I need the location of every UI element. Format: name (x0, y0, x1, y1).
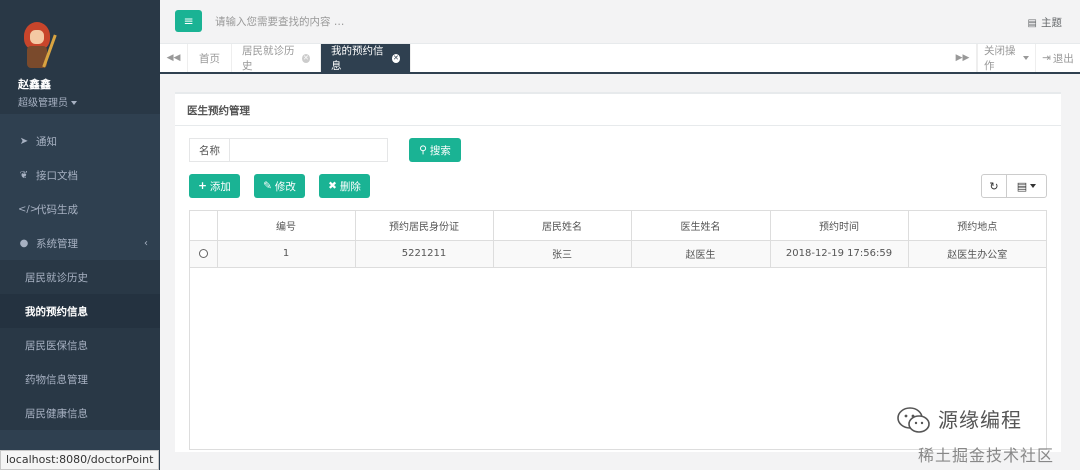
profile-role-dropdown[interactable]: 超级管理员 (18, 94, 160, 109)
tab-label: 我的预约信息 (331, 45, 384, 72)
sidebar-subitem-health[interactable]: 居民健康信息 (0, 396, 160, 430)
sidebar-subitem-insurance[interactable]: 居民医保信息 (0, 328, 160, 362)
sidebar-item-codegen[interactable]: </> 代码生成 (0, 192, 160, 226)
watermark: 源缘编程 稀土掘金技术社区 (896, 400, 1080, 470)
panel-title: 医生预约管理 (175, 94, 1061, 126)
caret-down-icon (71, 101, 77, 105)
logout-icon: ⇥ (1042, 52, 1051, 64)
avatar[interactable] (18, 20, 57, 70)
tab-label: 居民就诊历史 (242, 45, 295, 72)
tab-label: 首页 (199, 52, 220, 65)
table-cell: 赵医生办公室 (908, 240, 1046, 268)
sidebar-item-notice[interactable]: ➤ 通知 (0, 124, 160, 158)
tab-my-appointments[interactable]: 我的预约信息 ✕ (321, 44, 411, 72)
close-ops-dropdown[interactable]: 关闭操作 (977, 44, 1035, 72)
column-header[interactable]: 预约地点 (908, 211, 1046, 241)
columns-icon: ▤ (1016, 179, 1028, 193)
search-button-label: 搜索 (429, 144, 451, 157)
plus-icon: + (198, 180, 207, 192)
tabs-bar: ◀◀ 首页 居民就诊历史 ✕ 我的预约信息 ✕ ▶▶ 关闭操作 ⇥ 退出 (160, 44, 1080, 74)
tabs-scroll-left-button[interactable]: ◀◀ (160, 44, 188, 72)
sidebar-subitem-visit-history[interactable]: 居民就诊历史 (0, 260, 160, 294)
logout-label: 退出 (1052, 52, 1074, 65)
tab-home[interactable]: 首页 (188, 44, 232, 72)
search-form: 名称 (189, 138, 388, 162)
tab-visit-history[interactable]: 居民就诊历史 ✕ (232, 44, 321, 72)
tabs-scroll-right-button[interactable]: ▶▶ (949, 44, 977, 72)
watermark-subtitle: 稀土掘金技术社区 (918, 446, 1055, 465)
user-icon: ● (19, 237, 29, 249)
table-cell: 赵医生 (631, 240, 771, 268)
sidebar-subitem-medicine[interactable]: 药物信息管理 (0, 362, 160, 396)
global-search-input[interactable]: 请输入您需要查找的内容 … (215, 14, 344, 29)
columns-toggle-button[interactable]: ▤ (1006, 174, 1047, 198)
sidebar-item-api-docs[interactable]: ❦ 接口文档 (0, 158, 160, 192)
caret-down-icon (1030, 184, 1037, 188)
select-column-header (190, 211, 218, 241)
profile: 赵鑫鑫 超级管理员 (0, 0, 160, 114)
name-input[interactable] (229, 138, 388, 162)
table-cell: 2018-12-19 17:56:59 (770, 240, 909, 268)
delete-button[interactable]: ✖ 删除 (319, 174, 370, 198)
caret-down-icon (1023, 56, 1029, 60)
theme-icon: ▤ (1027, 18, 1037, 29)
forward-icon: ▶▶ (955, 53, 970, 63)
table-cell: 5221211 (355, 240, 494, 268)
sidebar: 赵鑫鑫 超级管理员 ➤ 通知 ❦ 接口文档 </> 代码生成 ● 系统管理 ‹ … (0, 0, 160, 470)
refresh-icon: ↻ (989, 179, 999, 193)
delete-button-label: 删除 (339, 180, 361, 193)
column-header[interactable]: 医生姓名 (631, 211, 771, 241)
theme-button[interactable]: ▤ 主题 (1028, 15, 1062, 30)
sidebar-item-system[interactable]: ● 系统管理 ‹ (0, 226, 160, 260)
sidebar-nav: ➤ 通知 ❦ 接口文档 </> 代码生成 ● 系统管理 ‹ 居民就诊历史 我的预… (0, 124, 160, 430)
sidebar-subitem-my-appointments[interactable]: 我的预约信息 (0, 294, 160, 328)
table-cell: 1 (217, 240, 356, 268)
edit-button[interactable]: ✎ 修改 (254, 174, 305, 198)
sidebar-item-label: 系统管理 (36, 237, 78, 250)
theme-label: 主题 (1041, 17, 1062, 29)
name-label: 名称 (189, 138, 229, 162)
appointment-panel: 医生预约管理 名称 ⚲ 搜索 + 添加 ✎ 修改 ✖ 删除 ↻ ▤ 编号 预约居… (175, 92, 1061, 452)
table-cell: 张三 (493, 240, 632, 268)
close-icon[interactable]: ✕ (301, 53, 310, 63)
add-button[interactable]: + 添加 (189, 174, 240, 198)
status-url: localhost:8080/doctorPoint (0, 450, 160, 470)
add-button-label: 添加 (209, 180, 231, 193)
backward-icon: ◀◀ (166, 53, 181, 63)
edit-button-label: 修改 (274, 180, 296, 193)
sidebar-item-label: 接口文档 (36, 169, 78, 182)
paper-plane-icon: ➤ (19, 135, 29, 147)
profile-name: 赵鑫鑫 (18, 78, 51, 91)
table-header-row: 编号 预约居民身份证 居民姓名 医生姓名 预约时间 预约地点 (190, 211, 1046, 241)
menu-toggle-button[interactable]: ≡ (175, 10, 202, 32)
code-icon: </> (18, 203, 39, 215)
row-radio[interactable] (198, 248, 208, 258)
row-select-cell (190, 240, 218, 268)
close-icon[interactable]: ✕ (391, 53, 400, 63)
sidebar-item-label: 代码生成 (36, 203, 78, 216)
watermark-title: 源缘编程 (938, 408, 1022, 432)
logout-button[interactable]: ⇥ 退出 (1035, 44, 1080, 72)
column-header[interactable]: 预约时间 (770, 211, 909, 241)
times-icon: ✖ (328, 180, 337, 192)
wechat-logo-icon (897, 407, 930, 433)
search-button[interactable]: ⚲ 搜索 (409, 138, 461, 162)
edit-icon: ✎ (263, 180, 272, 192)
chevron-left-icon: ‹ (144, 237, 148, 249)
search-icon: ⚲ (419, 144, 427, 156)
hamburger-icon: ≡ (183, 14, 194, 28)
sidebar-item-label: 通知 (36, 135, 57, 148)
table-row[interactable]: 1 5221211 张三 赵医生 2018-12-19 17:56:59 赵医生… (190, 240, 1046, 268)
topbar: ≡ 请输入您需要查找的内容 … ▤ 主题 (160, 0, 1080, 44)
leaf-icon: ❦ (19, 169, 29, 181)
column-header[interactable]: 居民姓名 (493, 211, 632, 241)
column-header[interactable]: 编号 (217, 211, 356, 241)
profile-role-label: 超级管理员 (18, 98, 68, 109)
refresh-button[interactable]: ↻ (981, 174, 1007, 198)
column-header[interactable]: 预约居民身份证 (355, 211, 494, 241)
close-ops-label: 关闭操作 (984, 45, 1016, 72)
